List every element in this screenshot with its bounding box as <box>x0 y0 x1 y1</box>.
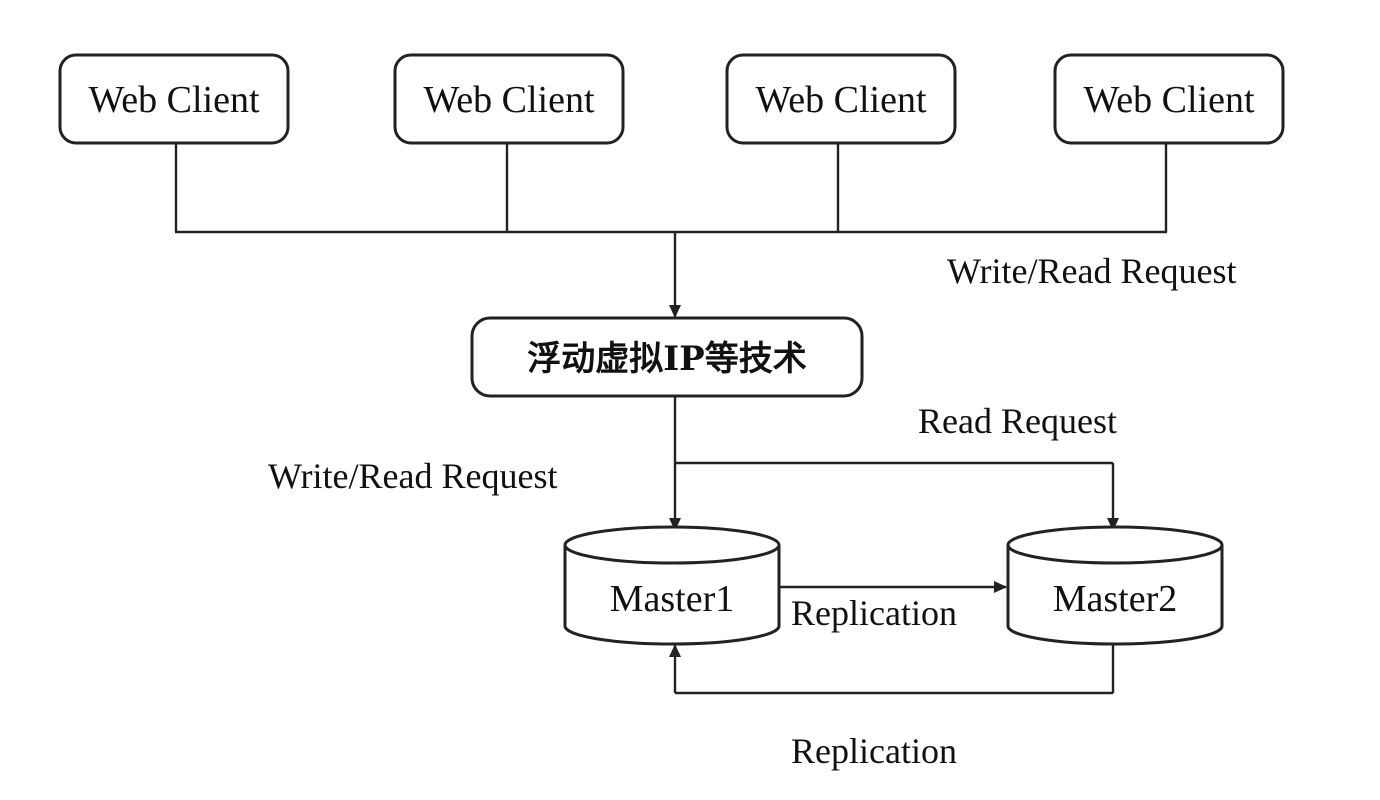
replication-label-forward: Replication <box>791 593 957 633</box>
master1-label: Master1 <box>610 578 735 620</box>
web-client-box-1: Web Client <box>58 53 290 145</box>
client-bus-connector <box>174 143 1168 234</box>
master2-database-icon: Master2 <box>1006 525 1224 646</box>
replication-label-back: Replication <box>791 731 957 771</box>
web-client-label-1: Web Client <box>88 79 260 121</box>
web-client-label-3: Web Client <box>755 79 927 121</box>
architecture-diagram: Web Client Web Client Web Client Web Cli… <box>58 53 1285 771</box>
web-client-box-3: Web Client <box>725 53 957 145</box>
web-client-label-4: Web Client <box>1083 79 1255 121</box>
read-request-label: Read Request <box>918 401 1117 441</box>
floating-vip-label: 浮动虚拟IP等技术 <box>527 339 806 379</box>
master1-database-icon: Master1 <box>563 525 781 646</box>
web-client-box-2: Web Client <box>393 53 625 145</box>
write-read-request-label-top: Write/Read Request <box>947 251 1236 291</box>
web-client-box-4: Web Client <box>1053 53 1285 145</box>
write-read-request-label-left: Write/Read Request <box>268 456 557 496</box>
master2-label: Master2 <box>1053 578 1178 620</box>
floating-vip-box: 浮动虚拟IP等技术 <box>470 316 864 398</box>
web-client-label-2: Web Client <box>423 79 595 121</box>
replication-arrow-back <box>669 644 1115 695</box>
